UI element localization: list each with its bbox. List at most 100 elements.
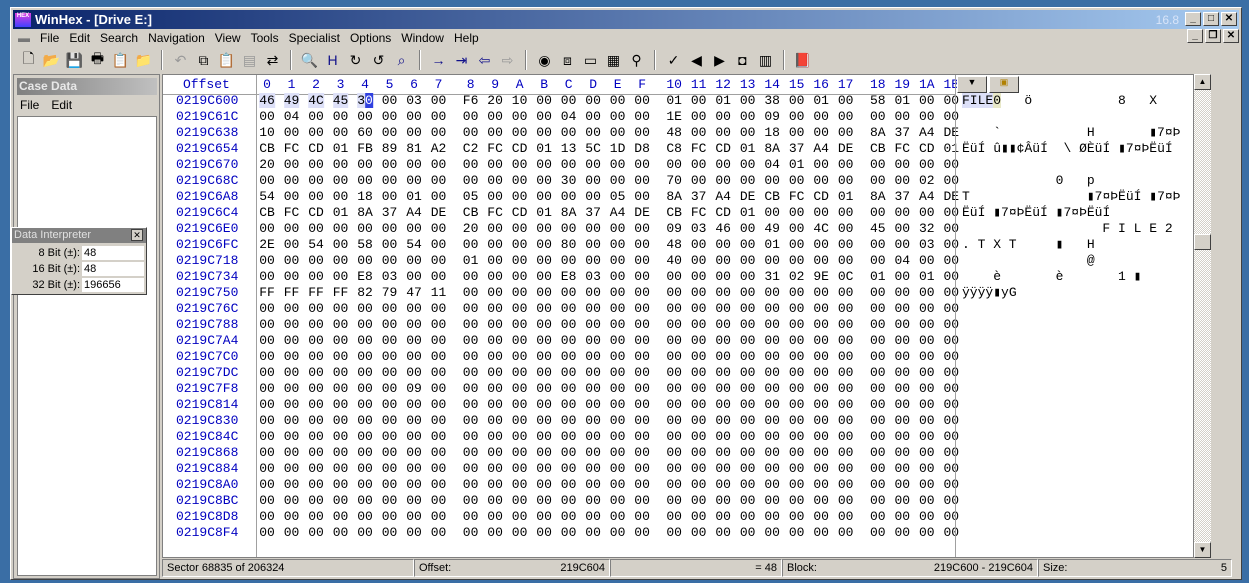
hex-byte[interactable]: 00 xyxy=(431,221,447,236)
hex-byte[interactable]: 8A xyxy=(870,125,886,140)
hex-byte[interactable]: 00 xyxy=(789,253,805,268)
hex-byte[interactable]: 32 xyxy=(919,221,935,236)
convert-101-010-icon[interactable]: ⇄ xyxy=(261,49,284,71)
hex-byte[interactable]: 00 xyxy=(561,525,577,540)
hex-byte[interactable]: A4 xyxy=(715,189,731,204)
hex-byte[interactable]: 00 xyxy=(308,525,324,540)
hex-byte[interactable]: 00 xyxy=(610,397,626,412)
hex-byte[interactable]: 00 xyxy=(691,125,707,140)
hex-byte[interactable]: 05 xyxy=(463,189,479,204)
hex-byte[interactable]: 00 xyxy=(691,253,707,268)
hex-byte[interactable]: 00 xyxy=(691,461,707,476)
hex-byte[interactable]: 00 xyxy=(536,445,552,460)
hex-byte[interactable]: 01 xyxy=(333,141,349,156)
hex-byte[interactable]: 00 xyxy=(610,509,626,524)
hex-byte[interactable]: 00 xyxy=(740,461,756,476)
minimize-button[interactable]: _ xyxy=(1185,12,1201,26)
hex-byte[interactable]: 00 xyxy=(838,93,854,108)
hex-byte[interactable]: 00 xyxy=(259,397,275,412)
hex-byte[interactable]: 00 xyxy=(259,429,275,444)
hex-byte[interactable]: CD xyxy=(919,141,935,156)
hex-byte[interactable]: 00 xyxy=(610,173,626,188)
hex-byte[interactable]: 00 xyxy=(789,477,805,492)
hex-byte[interactable]: 00 xyxy=(357,413,373,428)
hex-byte[interactable]: 00 xyxy=(431,93,447,108)
hex-byte[interactable]: 00 xyxy=(382,397,398,412)
hex-byte[interactable]: 81 xyxy=(406,141,422,156)
text-row[interactable]: FILE0 ö 8 X xyxy=(962,93,1180,108)
hex-byte[interactable]: 00 xyxy=(764,461,780,476)
hex-byte[interactable]: 00 xyxy=(666,525,682,540)
row-offset[interactable]: 0219C830 xyxy=(176,413,238,428)
scroll-down-button[interactable]: ▼ xyxy=(1194,542,1211,558)
hex-byte[interactable]: 8A xyxy=(561,205,577,220)
hex-byte[interactable]: 00 xyxy=(691,317,707,332)
row-offset[interactable]: 0219C84C xyxy=(176,429,238,444)
hex-byte[interactable]: 00 xyxy=(308,317,324,332)
hex-byte[interactable]: 00 xyxy=(789,285,805,300)
hex-byte[interactable]: 00 xyxy=(838,525,854,540)
hex-byte[interactable]: 00 xyxy=(333,109,349,124)
hex-byte[interactable]: A4 xyxy=(406,205,422,220)
text-row[interactable]: ËüÍ ▮7¤ÞËüÍ ▮7¤ÞËüÍ xyxy=(962,205,1118,220)
hex-byte[interactable]: 01 xyxy=(740,141,756,156)
hex-byte[interactable]: 02 xyxy=(919,173,935,188)
hex-byte[interactable]: 00 xyxy=(813,173,829,188)
hex-byte[interactable]: 00 xyxy=(284,237,300,252)
child-close-button[interactable]: ✕ xyxy=(1223,29,1239,43)
hex-byte[interactable]: 00 xyxy=(838,477,854,492)
hex-byte[interactable]: 89 xyxy=(382,141,398,156)
hex-byte[interactable]: 00 xyxy=(406,509,422,524)
hex-byte[interactable]: 00 xyxy=(284,221,300,236)
hex-byte[interactable]: 00 xyxy=(536,365,552,380)
hex-byte[interactable]: 00 xyxy=(838,221,854,236)
hex-byte[interactable]: 00 xyxy=(585,445,601,460)
hex-byte[interactable]: 00 xyxy=(666,269,682,284)
hex-byte[interactable]: 00 xyxy=(512,493,528,508)
hex-byte[interactable]: 00 xyxy=(634,413,650,428)
hex-byte[interactable]: CB xyxy=(666,205,682,220)
hex-byte[interactable]: 00 xyxy=(308,397,324,412)
hex-byte[interactable]: 00 xyxy=(357,317,373,332)
hex-byte[interactable]: 00 xyxy=(610,333,626,348)
hex-byte[interactable]: 00 xyxy=(838,205,854,220)
hex-byte[interactable]: 00 xyxy=(715,173,731,188)
hex-byte[interactable]: A4 xyxy=(919,189,935,204)
hex-byte[interactable]: 00 xyxy=(259,221,275,236)
hex-byte[interactable]: 00 xyxy=(610,221,626,236)
hex-byte[interactable]: DE xyxy=(634,205,650,220)
hex-byte[interactable]: 00 xyxy=(382,477,398,492)
hex-byte[interactable]: 00 xyxy=(406,413,422,428)
hex-byte[interactable]: 00 xyxy=(487,317,503,332)
hex-byte[interactable]: 00 xyxy=(894,429,910,444)
hex-byte[interactable]: 00 xyxy=(487,381,503,396)
hex-byte[interactable]: 00 xyxy=(284,397,300,412)
print-icon[interactable]: 🖶 xyxy=(86,49,109,71)
hex-byte[interactable]: CB xyxy=(870,141,886,156)
row-offset[interactable]: 0219C8F4 xyxy=(176,525,238,540)
hex-byte[interactable]: 00 xyxy=(308,125,324,140)
hex-byte[interactable]: 05 xyxy=(610,189,626,204)
row-offset[interactable]: 0219C814 xyxy=(176,397,238,412)
hex-byte[interactable]: 00 xyxy=(463,365,479,380)
hex-byte[interactable]: 00 xyxy=(634,189,650,204)
hex-byte[interactable]: 00 xyxy=(487,461,503,476)
hex-byte[interactable]: 00 xyxy=(634,349,650,364)
vertical-scrollbar[interactable]: ▲ ▼ xyxy=(1194,74,1211,558)
hex-byte[interactable]: 00 xyxy=(838,301,854,316)
hex-byte[interactable]: 00 xyxy=(382,173,398,188)
save-icon[interactable]: 💾 xyxy=(63,49,86,71)
hex-byte[interactable]: 00 xyxy=(463,413,479,428)
hex-byte[interactable]: 00 xyxy=(666,157,682,172)
hex-byte[interactable]: 00 xyxy=(308,509,324,524)
hex-byte[interactable]: 1E xyxy=(666,109,682,124)
hex-byte[interactable]: 00 xyxy=(919,429,935,444)
hex-byte[interactable]: 00 xyxy=(838,493,854,508)
hex-byte[interactable]: 00 xyxy=(740,221,756,236)
hex-byte[interactable]: 00 xyxy=(919,509,935,524)
hex-byte[interactable]: 00 xyxy=(666,477,682,492)
hex-byte[interactable]: 00 xyxy=(536,477,552,492)
hex-byte[interactable]: 00 xyxy=(634,125,650,140)
hex-byte[interactable]: 00 xyxy=(789,429,805,444)
hex-byte[interactable]: 00 xyxy=(284,333,300,348)
